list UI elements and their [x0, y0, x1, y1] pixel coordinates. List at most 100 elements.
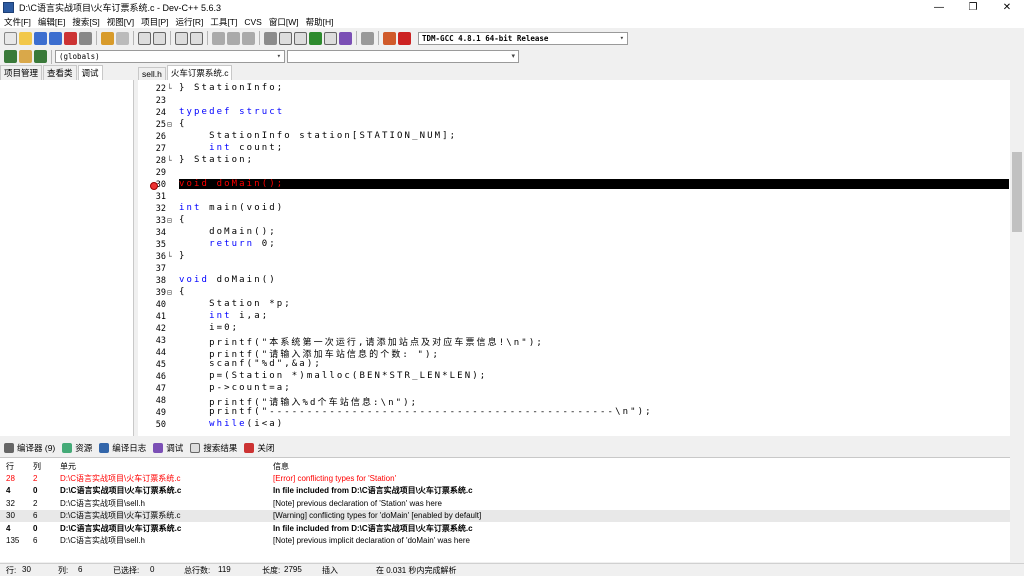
message-row[interactable]: 28 2 D:\C语言实战项目\火车订票系统.c [Error] conflictin…	[0, 472, 1010, 484]
code-line[interactable]: typedef struct	[179, 107, 284, 117]
new-file-icon[interactable]	[4, 31, 17, 45]
close-file-icon[interactable]	[64, 31, 77, 45]
replace-icon[interactable]	[153, 31, 166, 45]
code-line[interactable]: doMain();	[179, 227, 277, 237]
tab-debug-bottom[interactable]: 调试	[152, 442, 183, 454]
code-line[interactable]: return 0;	[179, 239, 277, 249]
undo-icon[interactable]	[101, 31, 114, 45]
grid-icon[interactable]	[324, 31, 337, 45]
window-layout-icon[interactable]	[294, 31, 307, 45]
stop-execution-icon[interactable]	[361, 31, 374, 45]
menu-tools[interactable]: 工具[T]	[210, 16, 237, 28]
find-icon[interactable]	[138, 31, 151, 45]
message-row[interactable]: 4 0 D:\C语言实战项目\火车订票系统.c In file included fr…	[0, 522, 1010, 534]
compile-icon[interactable]	[309, 31, 322, 45]
code-line[interactable]: p=(Station *)malloc(BEN*STR_LEN*LEN);	[179, 371, 487, 381]
code-line[interactable]: void doMain();	[179, 179, 1009, 189]
new-project-icon[interactable]	[264, 31, 277, 45]
symbol-select[interactable]: ▾	[287, 50, 519, 63]
editor-scrollbar[interactable]	[1010, 80, 1024, 436]
fold-toggle-icon[interactable]: ⊟	[167, 288, 172, 297]
code-line[interactable]: {	[179, 215, 187, 225]
code-line[interactable]: int main(void)	[179, 203, 284, 213]
code-line[interactable]: }	[179, 251, 187, 261]
scrollbar-thumb[interactable]	[1012, 152, 1022, 232]
tab-classes[interactable]: 查看类	[43, 65, 77, 80]
close-button[interactable]: ✕	[990, 0, 1024, 15]
check-syntax-icon[interactable]	[339, 31, 352, 45]
code-editor[interactable]: 22 └ 23 24 25 ⊟ 26 27 28 └ 29 30 31 32 33 ⊟ 34 35 36 └ 37 38 3…	[138, 80, 1024, 436]
open-folder-icon[interactable]	[19, 31, 32, 45]
message-row[interactable]: 4 0 D:\C语言实战项目\火车订票系统.c In file included fr…	[0, 485, 1010, 497]
menu-window[interactable]: 窗口[W]	[269, 16, 299, 28]
tab-main-c[interactable]: 火车订票系统.c	[166, 65, 233, 80]
messages-header: 行 列 单元 信息	[0, 460, 1010, 472]
menu-help[interactable]: 帮助[H]	[306, 16, 334, 28]
save-all-icon[interactable]	[49, 31, 62, 45]
toggle-bookmark-icon[interactable]	[19, 50, 32, 63]
menu-file[interactable]: 文件[F]	[4, 16, 31, 28]
fold-toggle-icon[interactable]: ⊟	[167, 120, 172, 129]
code-line[interactable]: {	[179, 287, 187, 297]
menu-search[interactable]: 搜索[S]	[72, 16, 99, 28]
code-line[interactable]: scanf("%d",&a);	[179, 359, 322, 369]
profile-icon[interactable]	[383, 31, 396, 45]
debug-icon[interactable]	[398, 31, 411, 45]
tab-compiler[interactable]: 编译器 (9)	[3, 442, 55, 454]
code-line[interactable]: printf("--------------------------------…	[179, 407, 653, 417]
tab-debug[interactable]: 调试	[77, 65, 103, 80]
code-line[interactable]: void doMain()	[179, 275, 277, 285]
menu-project[interactable]: 项目[P]	[141, 16, 168, 28]
code-line[interactable]: while(i<a)	[179, 419, 284, 429]
line-number: 44	[155, 348, 166, 358]
message-col: 6	[33, 536, 38, 545]
message-unit: D:\C语言实战项目\火车订票系统.c	[60, 511, 181, 520]
indent-left-icon[interactable]	[212, 31, 225, 45]
message-row[interactable]: 135 6 D:\C语言实战项目\sell.h [Note] previous imp…	[0, 535, 1010, 547]
compiler-select[interactable]: TDM-GCC 4.8.1 64-bit Release ▾	[418, 31, 628, 45]
code-line[interactable]: Station *p;	[179, 299, 292, 309]
tab-resources[interactable]: 资源	[61, 442, 92, 454]
tab-sell-h[interactable]: sell.h	[138, 67, 166, 80]
header-line[interactable]: 行	[6, 461, 14, 472]
goto-function-icon[interactable]	[190, 31, 203, 45]
header-unit[interactable]: 单元	[60, 461, 76, 472]
print-icon[interactable]	[79, 31, 92, 45]
redo-icon[interactable]	[116, 31, 129, 45]
tab-close[interactable]: 关闭	[243, 442, 274, 454]
code-line[interactable]: int i,a;	[179, 311, 269, 321]
menu-cvs[interactable]: CVS	[244, 17, 261, 27]
insert-icon[interactable]	[4, 50, 17, 63]
goto-line-icon[interactable]	[175, 31, 188, 45]
code-line[interactable]: StationInfo station[STATION_NUM];	[179, 131, 457, 141]
menu-run[interactable]: 运行[R]	[176, 16, 204, 28]
code-line[interactable]: } StationInfo;	[179, 83, 284, 93]
messages-scrollbar[interactable]	[1010, 457, 1024, 562]
code-line[interactable]: p->count=a;	[179, 383, 292, 393]
message-line: 32	[6, 498, 15, 508]
tab-project[interactable]: 项目管理	[0, 65, 43, 80]
menu-edit[interactable]: 编辑[E]	[38, 16, 65, 28]
line-number: 47	[155, 384, 166, 394]
message-row[interactable]: 32 2 D:\C语言实战项目\sell.h [Note] previous decl…	[0, 497, 1010, 509]
code-line[interactable]: } Station;	[179, 155, 254, 165]
indent-right-icon[interactable]	[242, 31, 255, 45]
maximize-button[interactable]: ❐	[956, 0, 990, 15]
bookmark-icon[interactable]	[227, 31, 240, 45]
header-message[interactable]: 信息	[273, 461, 289, 472]
code-line[interactable]: {	[179, 119, 187, 129]
tab-compile-log[interactable]: 编译日志	[98, 442, 146, 454]
message-msg: [Note] previous declaration of 'Station'…	[273, 498, 442, 508]
fold-toggle-icon[interactable]: ⊟	[167, 216, 172, 225]
code-line[interactable]: int count;	[179, 143, 284, 153]
goto-bookmark-icon[interactable]	[34, 50, 47, 63]
minimize-button[interactable]: —	[922, 0, 956, 15]
header-col[interactable]: 列	[33, 461, 41, 472]
save-icon[interactable]	[34, 31, 47, 45]
scope-select[interactable]: (globals) ▾	[55, 50, 285, 63]
tab-search-results[interactable]: 搜索结果	[189, 442, 237, 454]
project-options-icon[interactable]	[279, 31, 292, 45]
code-line[interactable]: i=0;	[179, 323, 239, 333]
menu-view[interactable]: 视图[V]	[107, 16, 134, 28]
message-row[interactable]: 30 6 D:\C语言实战项目\火车订票系统.c [Warning] conflict…	[0, 509, 1010, 522]
